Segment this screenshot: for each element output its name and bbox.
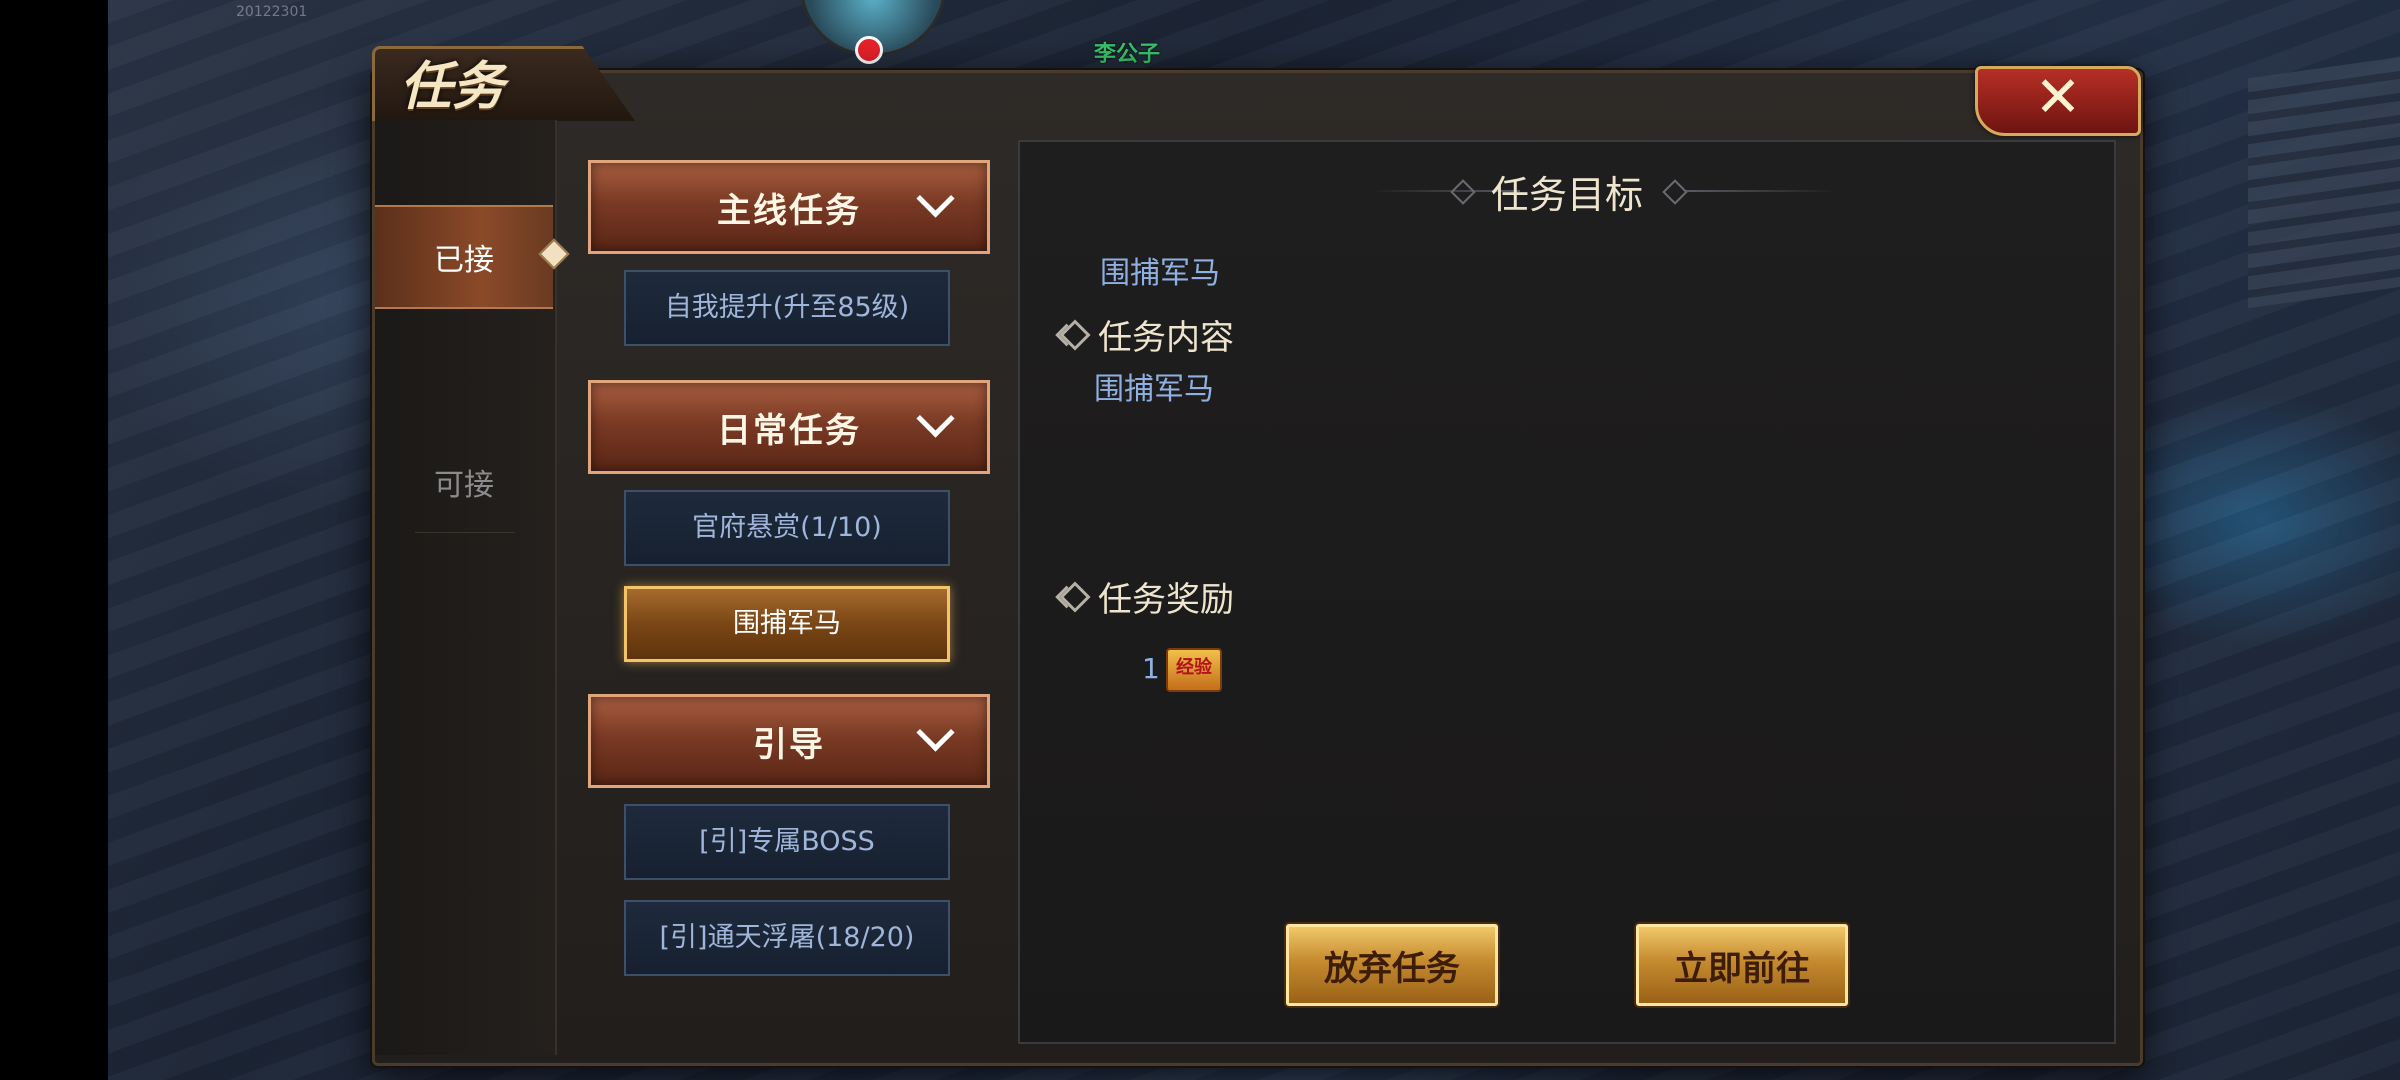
reward-count: 1 xyxy=(1142,652,1160,685)
task-item-self-improve[interactable]: 自我提升(升至85级) xyxy=(624,270,950,346)
content-heading: 任务内容 xyxy=(1059,310,1234,359)
chevron-down-icon xyxy=(916,399,955,438)
timestamp-text: 20122301 xyxy=(236,4,308,20)
task-item-label: 官府悬赏(1/10) xyxy=(692,512,882,543)
task-item-label: [引]通天浮屠(18/20) xyxy=(659,922,915,953)
task-list: 主线任务 自我提升(升至85级) 日常任务 官府悬赏(1/10) 围捕军马 引导… xyxy=(560,140,1010,1050)
tab-accepted[interactable]: 已接 xyxy=(375,205,570,309)
category-daily-header[interactable]: 日常任务 xyxy=(588,380,990,474)
content-text: 围捕军马 xyxy=(1094,372,1214,407)
tab-divider xyxy=(415,532,515,533)
close-icon: ✕ xyxy=(2034,65,2082,130)
task-item-label: 自我提升(升至85级) xyxy=(664,292,910,323)
task-detail-pane: 任务目标 围捕军马 任务内容 围捕军马 任务奖励 1 经验 放弃任务 立即前往 xyxy=(1018,140,2116,1044)
reward-heading: 任务奖励 xyxy=(1059,572,1234,621)
chevron-down-icon xyxy=(916,179,955,218)
reward-title: 任务奖励 xyxy=(1098,580,1234,620)
category-daily-label: 日常任务 xyxy=(717,410,861,451)
task-item-label: 围捕军马 xyxy=(733,608,841,639)
objective-text: 围捕军马 xyxy=(1100,256,1220,291)
background-stairs xyxy=(2248,41,2400,309)
task-item-tower[interactable]: [引]通天浮屠(18/20) xyxy=(624,900,950,976)
bullet-diamond-icon xyxy=(1059,580,1091,613)
content-title: 任务内容 xyxy=(1098,318,1234,358)
objective-title: 任务目标 xyxy=(1490,173,1643,217)
status-tabs: 已接 可接 xyxy=(375,120,570,1055)
task-item-label: [引]专属BOSS xyxy=(699,826,875,857)
category-main-label: 主线任务 xyxy=(717,190,861,231)
title-decoration-right xyxy=(1686,190,1836,192)
task-item-capture-horses[interactable]: 围捕军马 xyxy=(624,586,950,662)
notification-dot-icon xyxy=(855,36,883,64)
abandon-task-button[interactable]: 放弃任务 xyxy=(1286,924,1498,1006)
tab-available[interactable]: 可接 xyxy=(375,432,553,532)
tab-accepted-label: 已接 xyxy=(434,243,494,278)
category-guide-label: 引导 xyxy=(753,724,825,765)
category-main-header[interactable]: 主线任务 xyxy=(588,160,990,254)
chevron-down-icon xyxy=(916,713,955,752)
category-guide-header[interactable]: 引导 xyxy=(588,694,990,788)
npc-name-label: 李公子 xyxy=(1094,42,1161,67)
task-item-bounty[interactable]: 官府悬赏(1/10) xyxy=(624,490,950,566)
go-now-button[interactable]: 立即前往 xyxy=(1636,924,1848,1006)
task-item-boss[interactable]: [引]专属BOSS xyxy=(624,804,950,880)
tab-available-label: 可接 xyxy=(434,468,494,503)
panel-title: 任务 xyxy=(400,56,505,117)
exp-reward-icon[interactable]: 经验 xyxy=(1166,648,1222,692)
close-button[interactable]: ✕ xyxy=(1975,66,2141,136)
bullet-diamond-icon xyxy=(1059,318,1091,351)
